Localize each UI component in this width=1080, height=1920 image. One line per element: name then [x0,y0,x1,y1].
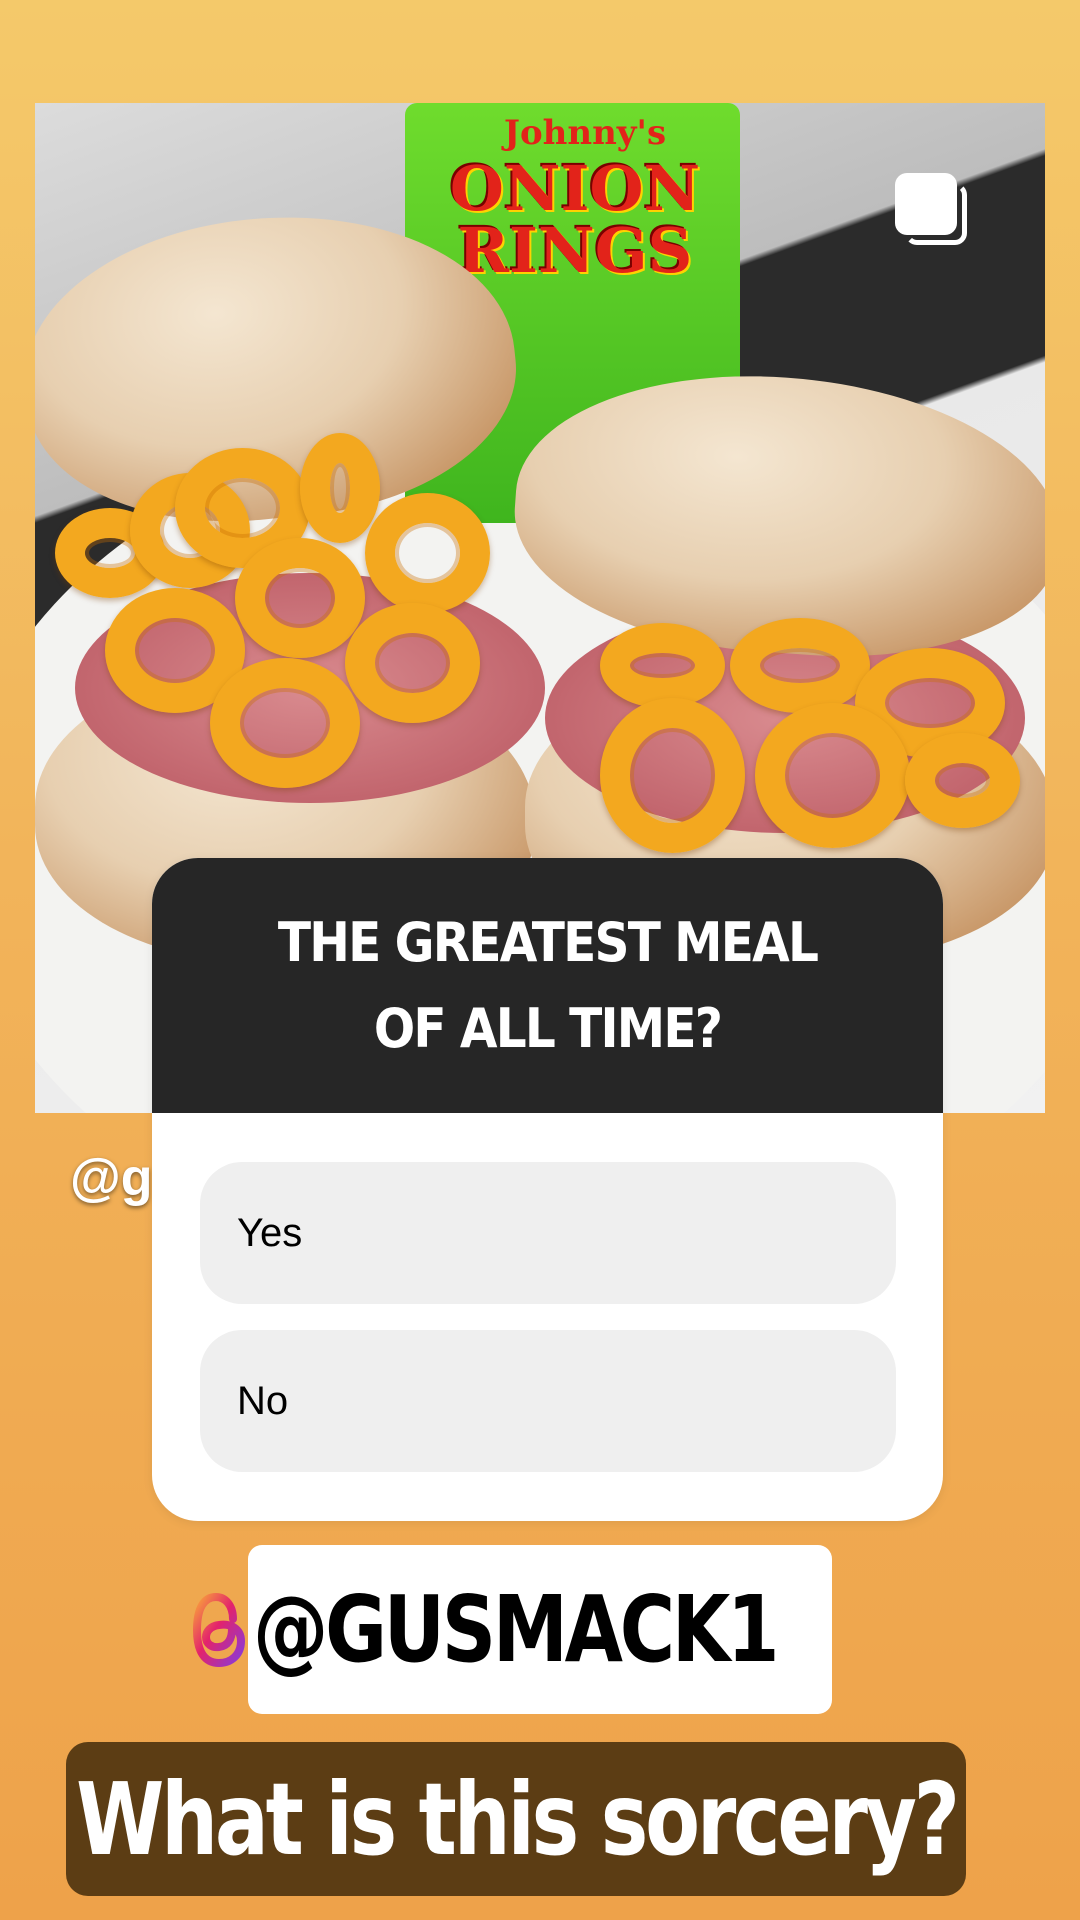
onion-ring [365,493,490,613]
poll-question: THE GREATEST MEAL OF ALL TIME? [277,910,819,1060]
mention-sticker[interactable]: @GUSMACK1 [192,1545,832,1714]
onion-ring [905,733,1020,828]
onion-ring [755,703,910,848]
poll-option-no[interactable]: No [200,1330,896,1472]
threads-icon [189,1585,249,1675]
mention-handle: @GUSMACK1 [252,1576,779,1683]
onion-ring [345,603,480,723]
bag-title: ONION RINGS [449,152,701,287]
multi-photo-icon [895,173,967,245]
bag-brand: Johnny's [503,113,667,153]
poll-header: THE GREATEST MEAL OF ALL TIME? [152,858,943,1113]
onion-ring [210,658,360,788]
onion-ring [600,698,745,853]
onion-ring [730,618,870,713]
poll-option-yes[interactable]: Yes [200,1162,896,1304]
onion-ring [235,538,365,658]
onion-ring [300,433,380,543]
poll-sticker: THE GREATEST MEAL OF ALL TIME? Yes No [152,858,943,1521]
caption-text: What is this sorcery? [75,1760,960,1878]
onion-ring [600,623,725,708]
caption-sticker[interactable]: What is this sorcery? [66,1742,966,1896]
